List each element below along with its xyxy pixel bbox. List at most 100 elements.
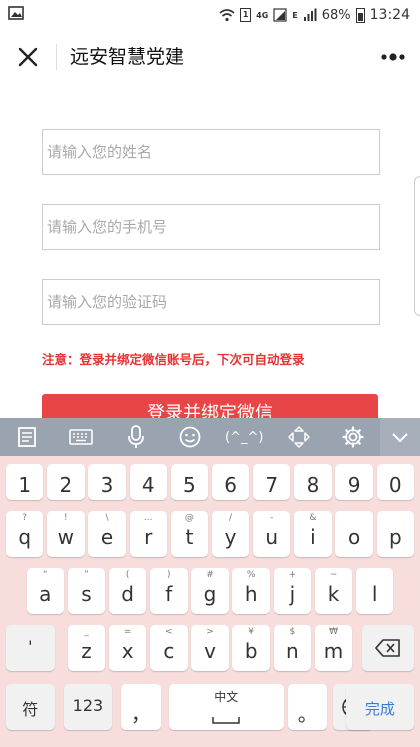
key-3[interactable]: 3 — [88, 464, 126, 500]
key-label: 8 — [306, 473, 320, 497]
verification-code-input[interactable] — [43, 280, 379, 324]
clipboard-button[interactable] — [0, 418, 54, 456]
login-form: 注意：登录并绑定微信账号后，下次可自动登录 登录并绑定微信 — [0, 84, 420, 434]
key-f[interactable]: ) f — [150, 568, 188, 614]
key-label: 符 — [22, 700, 39, 719]
done-key[interactable]: 完成 — [345, 684, 414, 730]
key-label: 6 — [224, 473, 237, 497]
key-7[interactable]: 7 — [253, 464, 291, 500]
key-label: q — [18, 525, 32, 549]
period-key[interactable]: 。 — [288, 684, 328, 730]
key-label: 。 — [297, 702, 318, 726]
key-d[interactable]: (d — [108, 568, 147, 614]
side-scroll-tab[interactable] — [414, 176, 420, 316]
key-c[interactable]: < c — [150, 625, 188, 671]
key-x[interactable]: = x — [108, 625, 147, 671]
name-input[interactable] — [43, 130, 379, 174]
key-z[interactable]: _ z — [67, 625, 106, 671]
code-field[interactable] — [42, 279, 380, 325]
key-hint: @ — [184, 513, 194, 523]
key-label: 123 — [72, 696, 104, 715]
key-hint: ) — [167, 570, 171, 580]
key-k[interactable]: ~ k — [314, 568, 353, 614]
key-label: i — [310, 525, 316, 549]
battery-icon — [355, 7, 365, 23]
phone-input[interactable] — [43, 205, 379, 249]
key-8[interactable]: 8 — [294, 464, 332, 500]
network-e-label: E — [292, 10, 298, 20]
key-j[interactable]: + j — [273, 568, 312, 614]
key-label: 4 — [141, 473, 155, 497]
key-u[interactable]: -u — [253, 511, 291, 557]
key-9[interactable]: 9 — [335, 464, 373, 500]
space-key[interactable]: 中文 — [168, 684, 284, 730]
key-label: b — [244, 639, 258, 663]
symbol-key[interactable]: 符 — [6, 684, 55, 730]
key-label: 2 — [59, 473, 73, 497]
numbers-key[interactable]: 123 — [63, 684, 113, 730]
login-notice: 注意：登录并绑定微信账号后，下次可自动登录 — [42, 352, 305, 367]
signal-icon — [273, 8, 287, 22]
key-label: x — [121, 639, 134, 663]
space-icon — [211, 710, 241, 729]
key-b[interactable]: ¥ b — [232, 625, 270, 671]
signal-bars-icon — [303, 8, 317, 21]
key-label: u — [265, 525, 279, 549]
keyboard-switch-button[interactable] — [54, 418, 108, 456]
hide-keyboard-button[interactable] — [379, 418, 420, 456]
close-icon[interactable] — [14, 43, 42, 71]
key-l[interactable]: l — [356, 568, 394, 614]
chevron-down-icon — [392, 433, 408, 443]
key-6[interactable]: 6 — [211, 464, 250, 500]
key-q[interactable]: ? q — [6, 511, 44, 557]
key-apostrophe[interactable]: ' — [6, 625, 55, 671]
key-a[interactable]: “a — [26, 568, 64, 614]
key-n[interactable]: $ n — [273, 625, 312, 671]
emoticon-button[interactable]: (^_^) — [217, 418, 271, 456]
key-hint: “ — [42, 570, 48, 580]
settings-button[interactable] — [326, 418, 380, 456]
key-s[interactable]: ” s — [67, 568, 106, 614]
key-r[interactable]: ... r — [129, 511, 167, 557]
phone-field[interactable] — [42, 204, 380, 250]
key-5[interactable]: 5 — [170, 464, 209, 500]
key-e[interactable]: \ e — [88, 511, 126, 557]
key-w[interactable]: ! w — [47, 511, 85, 557]
key-2[interactable]: 2 — [47, 464, 85, 500]
more-options-icon[interactable] — [378, 44, 408, 70]
key-v[interactable]: > v — [191, 625, 229, 671]
key-label: k — [327, 582, 340, 606]
network-4g-label: 4G — [256, 10, 269, 20]
key-hint: # — [206, 570, 214, 580]
nav-divider — [56, 44, 57, 70]
key-hint: < — [165, 627, 173, 637]
key-0[interactable]: 0 — [376, 464, 414, 500]
name-field[interactable] — [42, 129, 380, 175]
sim-badge: 1 — [240, 8, 252, 22]
backspace-key[interactable] — [361, 625, 414, 671]
key-label: f — [165, 582, 173, 606]
key-1[interactable]: 1 — [6, 464, 44, 500]
key-h[interactable]: % h — [232, 568, 270, 614]
key-4[interactable]: 4 — [129, 464, 167, 500]
key-label: 9 — [347, 473, 361, 497]
key-i[interactable]: & i — [294, 511, 332, 557]
comma-key[interactable]: ， — [121, 684, 161, 730]
key-o[interactable]: o — [335, 511, 373, 557]
voice-input-button[interactable] — [109, 418, 163, 456]
key-m[interactable]: ₩ m — [314, 625, 353, 671]
key-g[interactable]: # g — [191, 568, 229, 614]
image-notification-icon — [8, 6, 24, 20]
cursor-move-button[interactable] — [271, 418, 325, 456]
keyboard-toolbar: (^_^) — [0, 418, 420, 456]
key-hint: ~ — [329, 570, 338, 580]
key-y[interactable]: / y — [211, 511, 250, 557]
key-t[interactable]: @ t — [170, 511, 209, 557]
key-hint: + — [288, 570, 297, 580]
key-label: 完成 — [364, 700, 395, 718]
backspace-icon — [374, 639, 400, 657]
status-bar: 1 4G E 68% 13:24 — [0, 0, 420, 30]
emoji-button[interactable] — [163, 418, 217, 456]
key-label: ， — [130, 702, 151, 726]
key-p[interactable]: p — [376, 511, 414, 557]
